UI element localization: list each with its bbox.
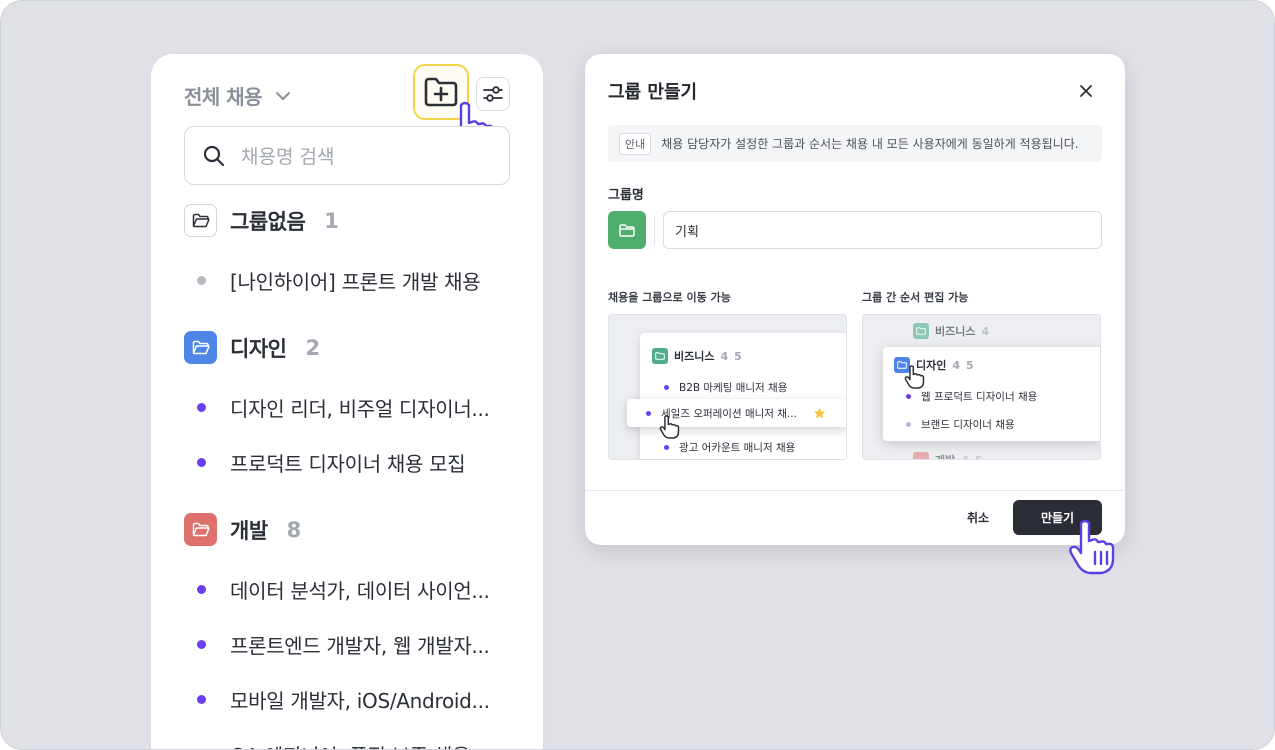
group-header-design[interactable]: 디자인 2 <box>184 331 320 364</box>
close-icon[interactable] <box>1075 80 1097 102</box>
group-name: 개발 <box>230 518 268 543</box>
preview-job-title: 브랜드 디자이너 채용 <box>921 419 1015 431</box>
job-title: 디자인 리더, 비주얼 디자이너... <box>230 397 490 421</box>
status-dot <box>664 385 669 390</box>
job-list-item[interactable]: 프론트엔드 개발자, 웹 개발자... <box>197 630 517 659</box>
group-header-none[interactable]: 그룹없음 1 <box>184 204 339 237</box>
preview-move-jobs: 비즈니스 4 5 B2B 마케팅 매니저 채용 세일즈 오퍼레이션 매니저 채.… <box>608 314 847 460</box>
preview-count: 4 <box>981 324 990 338</box>
job-list-item[interactable]: 모바일 개발자, iOS/Android... <box>197 685 517 714</box>
job-list-item[interactable]: 데이터 분석가, 데이터 사이언... <box>197 575 517 604</box>
preview-reorder-groups: 비즈니스 4 디자인 4 5 웹 프로덕트 디자이너 채용 브랜드 디자이너 채… <box>862 314 1101 460</box>
folder-open-icon <box>192 522 210 537</box>
job-list-panel: 전체 채용 채용명 검색 그룹없음 1 [나인하이어] 프론트 개발 채용 디자… <box>151 54 543 749</box>
job-list-item[interactable]: 디자인 리더, 비주얼 디자이너... <box>197 393 517 422</box>
job-title: [나인하이어] 프론트 개발 채용 <box>230 270 481 294</box>
folder-open-icon <box>192 213 210 228</box>
preview-job-item: 웹 프로덕트 디자이너 채용 <box>906 389 1037 404</box>
status-dot <box>664 445 669 450</box>
group-color-picker[interactable] <box>608 211 646 249</box>
status-dot <box>906 422 911 427</box>
job-list-item[interactable]: QA 엔지니어, 품질 보증 채용 <box>197 740 517 749</box>
preview-count-to: 5 <box>974 453 983 460</box>
star-icon <box>813 407 826 419</box>
preview-job-title: 웹 프로덕트 디자이너 채용 <box>921 391 1038 403</box>
preview-count-to: 5 <box>734 349 742 363</box>
create-group-modal: 그룹 만들기 안내 채용 담당자가 설정한 그룹과 순서는 채용 내 모든 사용… <box>585 54 1125 545</box>
grab-hand-icon <box>659 415 680 439</box>
job-title: 모바일 개발자, iOS/Android... <box>230 689 490 713</box>
group-folder-icon <box>184 513 217 546</box>
preview-group-name: 비즈니스 <box>674 350 715 363</box>
status-dot <box>197 276 206 285</box>
preview-job-title: B2B 마케팅 매니저 채용 <box>679 382 788 394</box>
job-title: QA 엔지니어, 품질 보증 채용 <box>230 740 470 749</box>
group-count: 1 <box>324 208 339 233</box>
status-dot <box>197 403 206 412</box>
group-name: 그룹없음 <box>230 209 306 234</box>
preview-reorder-label: 그룹 간 순서 편집 가능 <box>862 291 969 304</box>
job-title: 프론트엔드 개발자, 웹 개발자... <box>230 634 490 658</box>
status-dot <box>197 458 206 467</box>
status-dot <box>197 585 206 594</box>
group-name-label: 그룹명 <box>608 188 644 203</box>
group-count: 2 <box>305 335 321 360</box>
group-count: 8 <box>286 517 302 542</box>
notice-badge: 안내 <box>619 132 652 155</box>
preview-job-item: 광고 어카운트 매니저 채용 <box>664 440 795 455</box>
preview-job-title: 광고 어카운트 매니저 채용 <box>679 442 796 454</box>
folder-open-icon <box>192 340 210 355</box>
group-folder-icon <box>184 331 217 364</box>
cancel-button[interactable]: 취소 <box>967 509 989 526</box>
grab-hand-icon <box>904 365 925 389</box>
job-list-item[interactable]: 프로덕트 디자이너 채용 모집 <box>197 448 517 477</box>
preview-count-from: 4 <box>720 349 729 363</box>
pointer-hand-icon <box>1069 519 1115 575</box>
folder-icon <box>913 323 929 339</box>
status-dot <box>197 640 206 649</box>
folder-icon <box>652 348 668 364</box>
preview-count-from: 4 <box>961 453 969 460</box>
preview-count-to: 5 <box>966 358 974 372</box>
job-list-item[interactable]: [나인하이어] 프론트 개발 채용 <box>197 266 517 295</box>
folder-icon <box>913 452 929 459</box>
footer-divider <box>585 490 1125 491</box>
preview-group-title-bottom: 개발 4 5 <box>913 452 983 460</box>
screen-frame: 전체 채용 채용명 검색 그룹없음 1 [나인하이어] 프론트 개발 채용 디자… <box>0 0 1275 750</box>
chevron-down-icon <box>276 91 291 100</box>
modal-title: 그룹 만들기 <box>608 82 698 103</box>
divider <box>654 215 655 245</box>
preview-job-title: 세일즈 오퍼레이션 매니저 채... <box>661 408 797 420</box>
preview-group-title: 비즈니스 4 5 <box>652 348 742 364</box>
preview-group-name: 개발 <box>935 452 955 459</box>
preview-job-item: B2B 마케팅 매니저 채용 <box>664 380 787 395</box>
preview-group-name: 비즈니스 <box>935 325 976 338</box>
search-placeholder: 채용명 검색 <box>241 146 335 168</box>
status-dot <box>197 695 206 704</box>
job-title: 프로덕트 디자이너 채용 모집 <box>230 452 466 476</box>
search-icon <box>203 145 225 166</box>
preview-group-title-top: 비즈니스 4 <box>913 323 989 339</box>
preview-job-item: 브랜드 디자이너 채용 <box>906 417 1015 432</box>
folder-icon <box>619 223 635 237</box>
notice-text: 채용 담당자가 설정한 그룹과 순서는 채용 내 모든 사용자에게 동일하게 적… <box>661 137 1079 151</box>
info-notice: 안내 채용 담당자가 설정한 그룹과 순서는 채용 내 모든 사용자에게 동일하… <box>608 125 1102 162</box>
group-name: 디자인 <box>230 336 287 361</box>
preview-count-from: 4 <box>952 358 961 372</box>
group-folder-icon <box>184 204 217 237</box>
job-title: 데이터 분석가, 데이터 사이언... <box>230 579 490 603</box>
job-filter-dropdown[interactable]: 전체 채용 <box>184 81 292 110</box>
job-filter-title: 전체 채용 <box>184 85 263 109</box>
group-name-input[interactable]: 기획 <box>663 211 1102 249</box>
status-dot <box>646 411 651 416</box>
job-search-input[interactable]: 채용명 검색 <box>184 126 510 185</box>
preview-move-label: 채용을 그룹으로 이동 가능 <box>608 291 731 304</box>
status-dot <box>906 394 911 399</box>
group-header-dev[interactable]: 개발 8 <box>184 513 301 546</box>
